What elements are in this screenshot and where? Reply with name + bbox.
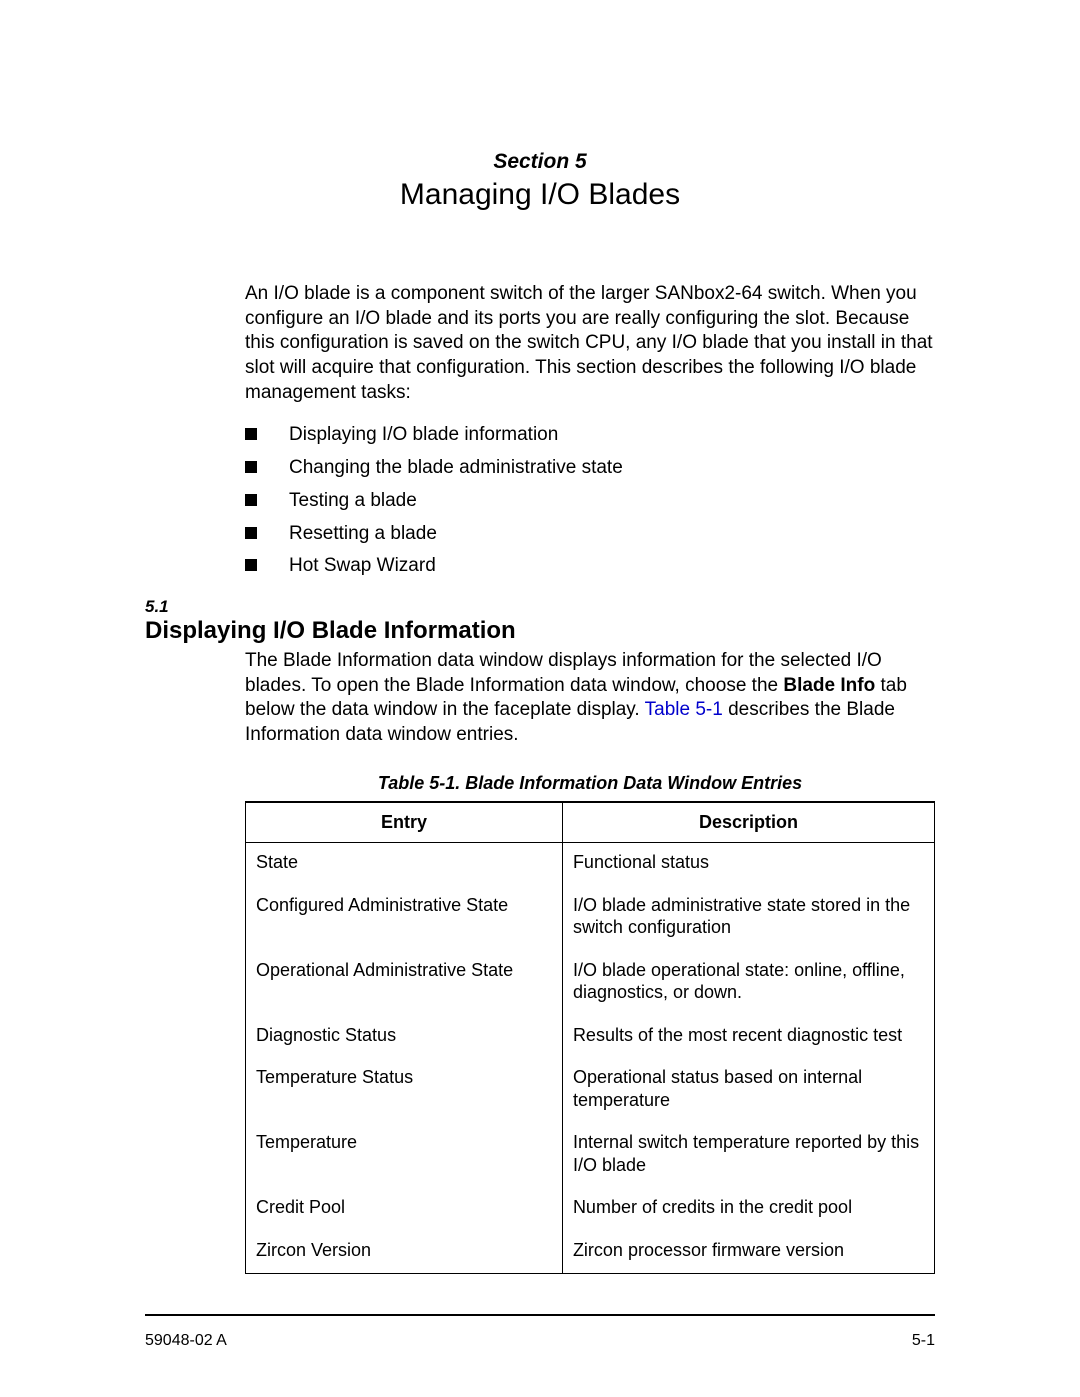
table-cell: Configured Administrative State xyxy=(246,886,563,951)
list-item-text: Hot Swap Wizard xyxy=(289,554,436,579)
page: Section 5 Managing I/O Blades An I/O bla… xyxy=(0,0,1080,1397)
table-cell: Credit Pool xyxy=(246,1188,563,1231)
table-cell: Operational status based on internal tem… xyxy=(562,1058,934,1123)
table-row: Temperature Internal switch temperature … xyxy=(246,1123,935,1188)
page-footer: 59048-02 A 5-1 xyxy=(145,1316,935,1350)
list-item-text: Resetting a blade xyxy=(289,522,437,547)
table-row: Temperature Status Operational status ba… xyxy=(246,1058,935,1123)
table-row: Zircon Version Zircon processor firmware… xyxy=(246,1231,935,1274)
table-cell: Internal switch temperature reported by … xyxy=(562,1123,934,1188)
list-item: Resetting a blade xyxy=(245,522,935,547)
intro-paragraph: An I/O blade is a component switch of th… xyxy=(245,282,935,579)
square-bullet-icon xyxy=(245,559,257,571)
table-row: Configured Administrative State I/O blad… xyxy=(246,886,935,951)
subsection-paragraph: The Blade Information data window displa… xyxy=(245,649,935,748)
task-list: Displaying I/O blade information Changin… xyxy=(245,423,935,578)
table-block: Table 5-1. Blade Information Data Window… xyxy=(245,772,935,1275)
square-bullet-icon xyxy=(245,461,257,473)
square-bullet-icon xyxy=(245,494,257,506)
square-bullet-icon xyxy=(245,428,257,440)
table-header-row: Entry Description xyxy=(246,802,935,843)
table-cell: State xyxy=(246,843,563,886)
table-reference-link[interactable]: Table 5-1 xyxy=(645,699,723,720)
table-header-cell: Entry xyxy=(246,802,563,843)
table-cell: I/O blade administrative state stored in… xyxy=(562,886,934,951)
list-item-text: Changing the blade administrative state xyxy=(289,456,623,481)
para-bold: Blade Info xyxy=(783,675,875,696)
table-cell: Zircon processor firmware version xyxy=(562,1231,934,1274)
table-cell: Diagnostic Status xyxy=(246,1016,563,1059)
footer-right: 5-1 xyxy=(912,1332,935,1350)
table-cell: Number of credits in the credit pool xyxy=(562,1188,934,1231)
section-title: Managing I/O Blades xyxy=(145,178,935,212)
table-row: Credit Pool Number of credits in the cre… xyxy=(246,1188,935,1231)
footer-left: 59048-02 A xyxy=(145,1332,227,1350)
list-item-text: Displaying I/O blade information xyxy=(289,423,558,448)
table-cell: Operational Administrative State xyxy=(246,951,563,1016)
table-cell: Results of the most recent diagnostic te… xyxy=(562,1016,934,1059)
table-row: State Functional status xyxy=(246,843,935,886)
table-caption: Table 5-1. Blade Information Data Window… xyxy=(245,772,935,795)
table-cell: Functional status xyxy=(562,843,934,886)
blade-info-table: Entry Description State Functional statu… xyxy=(245,801,935,1274)
table-cell: I/O blade operational state: online, off… xyxy=(562,951,934,1016)
table-header-cell: Description xyxy=(562,802,934,843)
intro-text: An I/O blade is a component switch of th… xyxy=(245,282,935,405)
table-cell: Temperature Status xyxy=(246,1058,563,1123)
list-item: Testing a blade xyxy=(245,489,935,514)
list-item-text: Testing a blade xyxy=(289,489,417,514)
table-cell: Temperature xyxy=(246,1123,563,1188)
list-item: Hot Swap Wizard xyxy=(245,554,935,579)
list-item: Displaying I/O blade information xyxy=(245,423,935,448)
table-row: Diagnostic Status Results of the most re… xyxy=(246,1016,935,1059)
square-bullet-icon xyxy=(245,527,257,539)
section-label: Section 5 xyxy=(145,150,935,174)
subsection-title: Displaying I/O Blade Information xyxy=(145,617,935,645)
list-item: Changing the blade administrative state xyxy=(245,456,935,481)
subsection-number: 5.1 xyxy=(145,597,935,617)
table-row: Operational Administrative State I/O bla… xyxy=(246,951,935,1016)
table-cell: Zircon Version xyxy=(246,1231,563,1274)
